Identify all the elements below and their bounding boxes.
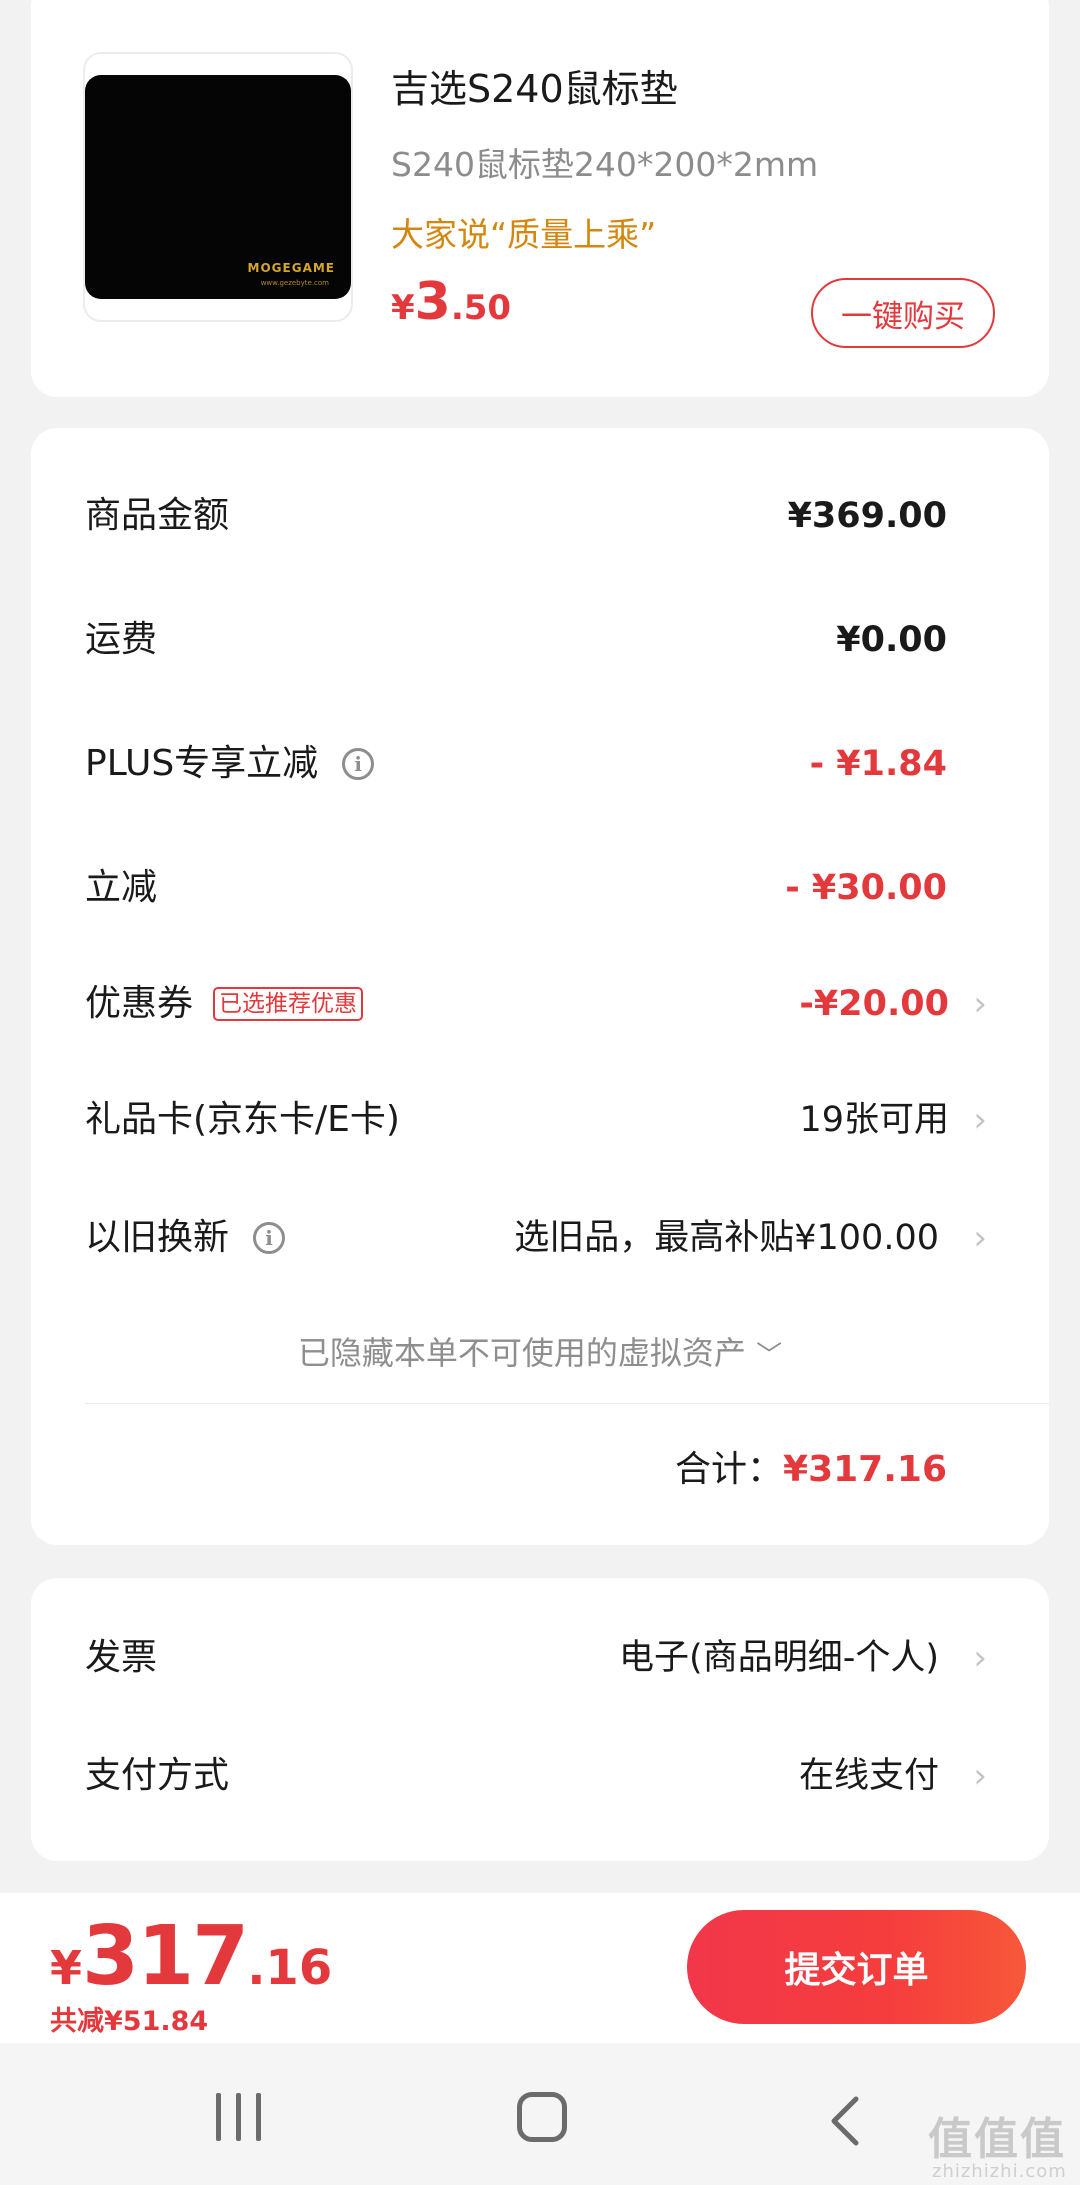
chevron-right-icon: › [973,1756,987,1796]
goods-amount-row: 商品金额 ¥369.00 [31,486,1049,546]
recent-apps-icon[interactable] [216,2093,264,2141]
mousepad-image: MOGEGAME www.gezebyte.com [85,75,351,299]
payment-row[interactable]: 支付方式 在线支付 › [31,1746,1049,1806]
total-saved: 共减¥51.84 [50,2006,209,2037]
chevron-down-icon: ﹀ [756,1341,783,1371]
total-integer: 317 [82,1909,249,2004]
payment-label: 支付方式 [85,1755,230,1796]
chevron-right-icon: › [973,1218,987,1258]
watermark-logo: 值值值 [928,2114,1066,2165]
image-url-text: www.gezebyte.com [260,279,329,287]
total-value: ¥317.16 [783,1449,947,1490]
order-summary-card: 商品金额 ¥369.00 运费 ¥0.00 PLUS专享立减 i - ¥1.84… [31,428,1049,1545]
watermark-url: zhizhizhi.com [932,2161,1067,2182]
total-decimal: .16 [247,1940,333,1996]
info-icon[interactable]: i [253,1222,286,1254]
product-image[interactable]: MOGEGAME www.gezebyte.com [83,52,353,322]
hidden-assets-toggle[interactable]: 已隐藏本单不可使用的虚拟资产 ﹀ [31,1328,1049,1381]
plus-discount-row: PLUS专享立减 i - ¥1.84 [31,734,1049,794]
one-click-buy-button[interactable]: 一键购买 [811,278,995,348]
total-line: 合计：¥317.16 [675,1440,947,1500]
hidden-assets-text: 已隐藏本单不可使用的虚拟资产 [297,1334,746,1372]
plus-discount-label-wrap: PLUS专享立减 i [85,734,375,794]
product-name[interactable]: 吉选S240鼠标垫 [391,58,678,113]
chevron-right-icon: › [973,984,987,1024]
plus-discount-label: PLUS专享立减 [85,743,319,784]
checkout-bar: ¥317.16 共减¥51.84 提交订单 [0,1893,1080,2043]
product-review: 大家说“质量上乘” [391,215,657,254]
chevron-right-icon: › [973,1100,987,1140]
submit-order-button[interactable]: 提交订单 [687,1910,1026,2024]
system-nav-bar: 值值值 zhizhizhi.com [0,2043,1080,2185]
invoice-label: 发票 [85,1637,158,1678]
plus-discount-value: - ¥1.84 [809,744,947,784]
instant-discount-value: - ¥30.00 [785,868,947,908]
product-price: ¥3.50 [391,272,511,332]
trade-in-value: 选旧品，最高补贴¥100.00 [514,1218,939,1258]
invoice-payment-card: 发票 电子(商品明细-个人) › 支付方式 在线支付 › [31,1578,1049,1861]
goods-amount-value: ¥369.00 [787,496,947,536]
product-spec: S240鼠标垫240*200*2mm [391,145,819,184]
coupon-row[interactable]: 优惠券 已选推荐优惠 -¥20.00 › [31,974,1049,1034]
chevron-right-icon: › [973,1638,987,1678]
shipping-value: ¥0.00 [836,620,947,660]
home-icon[interactable] [517,2092,567,2142]
instant-discount-row: 立减 - ¥30.00 [31,858,1049,918]
goods-amount-label: 商品金额 [85,495,230,536]
divider [85,1403,1049,1404]
coupon-tag: 已选推荐优惠 [213,987,364,1021]
coupon-label: 优惠券 [85,983,194,1024]
gift-card-label: 礼品卡(京东卡/E卡) [85,1099,400,1140]
image-brand-text: MOGEGAME [247,261,335,275]
gift-card-row[interactable]: 礼品卡(京东卡/E卡) 19张可用 › [31,1090,1049,1150]
product-card: MOGEGAME www.gezebyte.com 吉选S240鼠标垫 S240… [31,0,1049,397]
trade-in-row[interactable]: 以旧换新 i 选旧品，最高补贴¥100.00 › [31,1208,1049,1268]
instant-discount-label: 立减 [85,867,158,908]
shipping-row: 运费 ¥0.00 [31,610,1049,670]
trade-in-label: 以旧换新 [85,1217,230,1258]
info-icon[interactable]: i [342,748,375,780]
shipping-label: 运费 [85,619,158,660]
order-total-price: ¥317.16 [50,1909,332,2004]
trade-in-label-wrap: 以旧换新 i [85,1208,286,1268]
back-icon[interactable] [818,2091,878,2151]
gift-card-value: 19张可用 [799,1100,949,1140]
total-label: 合计： [675,1449,784,1490]
price-integer: 3 [414,272,451,332]
price-currency: ¥ [391,288,415,328]
payment-value: 在线支付 [798,1756,939,1796]
invoice-row[interactable]: 发票 电子(商品明细-个人) › [31,1628,1049,1688]
total-currency: ¥ [50,1941,83,1995]
price-decimal: .50 [450,288,512,328]
coupon-value: -¥20.00 [799,984,949,1024]
invoice-value: 电子(商品明细-个人) [619,1638,939,1678]
coupon-label-wrap: 优惠券 已选推荐优惠 [85,974,364,1034]
